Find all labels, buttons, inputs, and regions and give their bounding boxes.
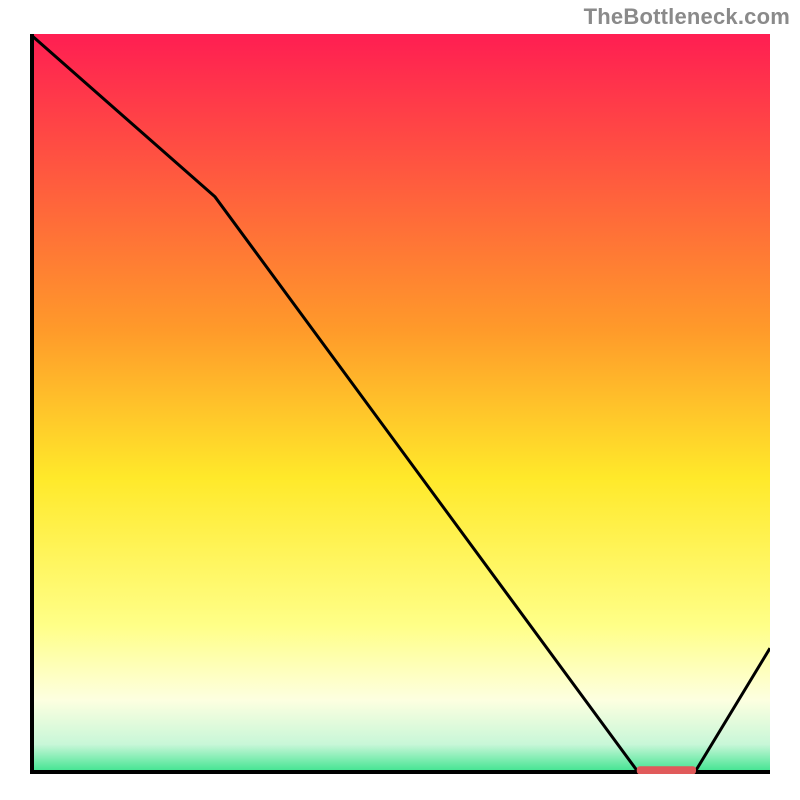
attribution-label: TheBottleneck.com xyxy=(584,4,790,30)
gradient-background xyxy=(30,34,770,774)
plot-area xyxy=(30,34,770,774)
chart-svg xyxy=(30,34,770,774)
chart-container: TheBottleneck.com xyxy=(0,0,800,800)
highlight-marker xyxy=(637,766,696,774)
